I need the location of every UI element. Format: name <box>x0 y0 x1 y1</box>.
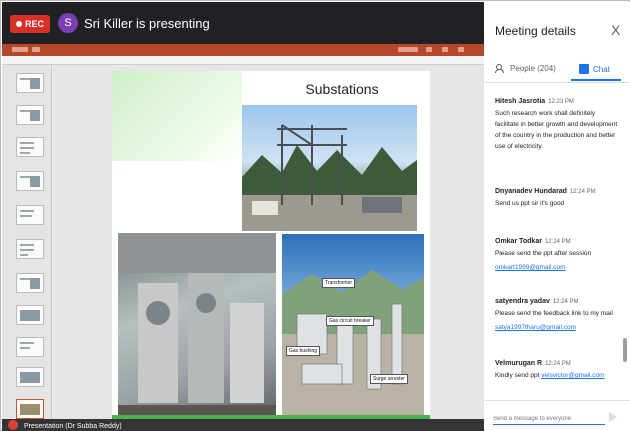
message-time: 12:24 PM <box>544 239 571 245</box>
chat-message: Omkar Todkar 12:24 PM Please send the ppt… <box>495 238 619 273</box>
presentation-stage: REC S Sri Killer is presenting Substatio… <box>2 2 484 431</box>
shared-screen: Substations Transformer Gas circuit brea… <box>2 44 484 431</box>
gas-circuit-breaker-label: Gas circuit breaker <box>326 316 374 326</box>
chat-message: satyendra yadav 12:24 PM Please send the … <box>495 298 619 333</box>
recording-badge: REC <box>10 15 50 33</box>
slide-thumbnails <box>2 65 52 431</box>
tab-people[interactable]: People (204) <box>495 64 556 73</box>
slide-thumbnail <box>16 305 44 325</box>
substation-diagram-photo: Transformer Gas circuit breaker Gas bush… <box>282 234 424 417</box>
ppt-maximize-icon <box>442 47 448 52</box>
presenting-text: Sri Killer is presenting <box>84 16 210 31</box>
chat-message: Dnyanadev Hundarad 12:24 PM Send us ppt s… <box>495 188 619 209</box>
active-tab-indicator <box>571 79 621 81</box>
message-email-link[interactable]: satya1997tharu@gmail.com <box>495 322 619 333</box>
ppt-title-bar <box>2 44 484 56</box>
message-time: 12:24 PM <box>545 361 571 367</box>
sender-name: Omkar Todkar <box>495 238 542 245</box>
input-divider <box>485 400 630 401</box>
sender-name: Hitesh Jasrotia <box>495 98 546 105</box>
ppt-quick-access-icon <box>12 47 28 52</box>
presenter-avatar: S <box>58 13 78 33</box>
gas-insulated-switchgear-photo <box>118 233 276 419</box>
slide-thumbnail <box>16 239 44 259</box>
presenter-status-text: Presentation (Dr Subba Reddy) <box>24 423 122 430</box>
slide-thumbnail <box>16 367 44 387</box>
message-email-link[interactable]: omkart1999@gmail.com <box>495 262 619 273</box>
surge-arrester-label: Surge arrester <box>370 374 408 384</box>
people-icon <box>495 64 506 73</box>
tab-chat[interactable]: Chat <box>579 64 610 74</box>
gas-bushing-label: Gas bushing <box>286 346 321 356</box>
tab-chat-label: Chat <box>593 64 610 74</box>
ppt-user-icon <box>398 47 418 52</box>
slide-thumbnail <box>16 337 44 357</box>
transformer-label: Transformer <box>322 278 356 288</box>
message-text: Kindly send ppt <box>495 372 540 379</box>
ppt-save-icon <box>32 47 40 52</box>
slide-decoration <box>112 71 242 161</box>
ppt-minimize-icon <box>426 47 432 52</box>
slide-thumbnail <box>16 105 44 125</box>
chat-message: Velmurugan R 12:24 PM Kindly send ppt vel… <box>495 360 619 381</box>
slide-thumbnail <box>16 171 44 191</box>
tab-people-label: People (204) <box>510 64 556 73</box>
presenter-icon <box>8 420 18 430</box>
send-icon[interactable] <box>609 412 617 422</box>
message-text: Such research work shall definitely faci… <box>495 110 618 150</box>
message-time: 12:23 PM <box>548 99 574 105</box>
sender-name: Velmurugan R <box>495 360 543 367</box>
ppt-close-icon <box>458 47 464 52</box>
record-dot-icon <box>15 21 22 27</box>
chat-scrollbar[interactable] <box>623 338 627 362</box>
substation-photo <box>242 105 417 231</box>
message-time: 12:24 PM <box>552 299 579 305</box>
top-bar: REC S Sri Killer is presenting <box>2 2 484 44</box>
meeting-window: REC S Sri Killer is presenting Substatio… <box>0 0 630 431</box>
slide-thumbnail <box>16 205 44 225</box>
presenter-status-bar: Presentation (Dr Subba Reddy) <box>2 419 484 431</box>
current-slide: Substations Transformer Gas circuit brea… <box>112 71 430 419</box>
sender-name: Dnyanadev Hundarad <box>495 188 567 195</box>
message-email-link[interactable]: velsvictor@gmail.com <box>541 372 604 379</box>
sender-name: satyendra yadav <box>495 298 550 305</box>
chat-icon <box>579 64 589 74</box>
panel-divider <box>485 82 630 83</box>
ppt-ribbon <box>2 56 484 65</box>
slide-thumbnail <box>16 73 44 93</box>
slide-thumbnail <box>16 137 44 157</box>
chat-message-input[interactable] <box>493 413 605 425</box>
message-text: Please send the ppt after session <box>495 250 592 257</box>
slide-thumbnail <box>16 273 44 293</box>
close-icon[interactable]: X <box>611 22 620 38</box>
rec-label: REC <box>24 19 44 29</box>
message-time: 12:24 PM <box>569 189 596 195</box>
slide-thumbnail-selected <box>16 399 44 419</box>
message-text: Please send the feedback link to my mail <box>495 310 613 317</box>
slide-canvas: Substations Transformer Gas circuit brea… <box>54 65 484 431</box>
meeting-details-panel: Meeting details X People (204) Chat Hite… <box>485 2 630 431</box>
panel-title: Meeting details <box>495 24 576 38</box>
chat-message: Hitesh Jasrotia 12:23 PM Such research wo… <box>495 98 619 152</box>
slide-title: Substations <box>305 81 379 97</box>
message-text: Send us ppt sir it's good <box>495 200 565 207</box>
